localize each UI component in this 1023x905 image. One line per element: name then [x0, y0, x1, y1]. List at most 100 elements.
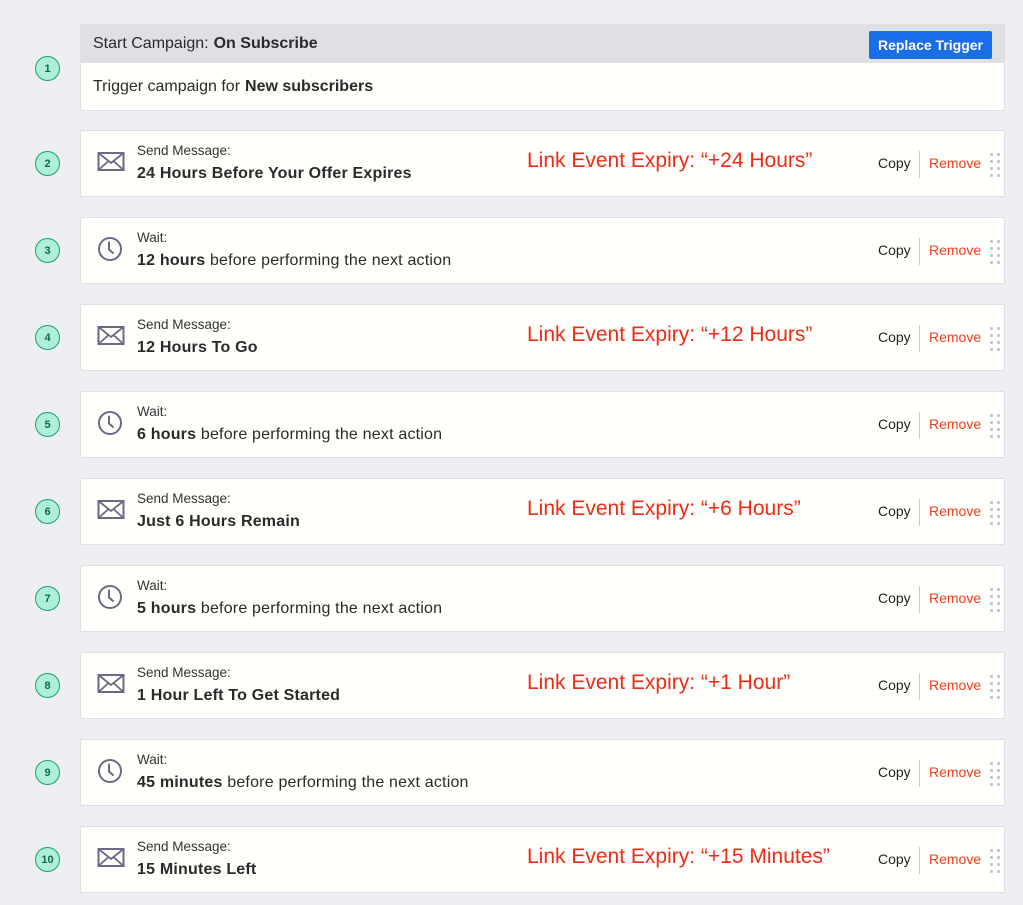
step-number-badge: 2: [35, 151, 60, 176]
copy-button[interactable]: Copy: [878, 764, 911, 780]
drag-handle-icon[interactable]: [990, 849, 1002, 873]
step-description: 6 hours before performing the next actio…: [137, 426, 442, 444]
step-type-label: Send Message:: [137, 839, 231, 854]
step-number-badge: 7: [35, 586, 60, 611]
step-description: 24 Hours Before Your Offer Expires: [137, 165, 412, 183]
trigger-card: Start Campaign: On Subscribe Replace Tri…: [80, 24, 1005, 111]
step-description-bold: 15 Minutes Left: [137, 861, 257, 878]
clock-icon: [97, 585, 125, 611]
step-description: 45 minutes before performing the next ac…: [137, 774, 469, 792]
step-number-badge: 9: [35, 760, 60, 785]
drag-handle-icon[interactable]: [990, 588, 1002, 612]
step-type-label: Send Message:: [137, 317, 231, 332]
step-description-bold: 45 minutes: [137, 774, 223, 791]
step-description: 1 Hour Left To Get Started: [137, 687, 340, 705]
step-type-label: Send Message:: [137, 491, 231, 506]
trigger-body-prefix: Trigger campaign for: [93, 77, 241, 95]
remove-button[interactable]: Remove: [929, 590, 981, 606]
copy-button[interactable]: Copy: [878, 677, 911, 693]
drag-handle-icon[interactable]: [990, 153, 1002, 177]
step-card[interactable]: Wait: 45 minutes before performing the n…: [80, 739, 1005, 806]
drag-handle-icon[interactable]: [990, 501, 1002, 525]
action-divider: [919, 673, 920, 700]
step-type-label: Send Message:: [137, 665, 231, 680]
step-description-bold: Just 6 Hours Remain: [137, 513, 300, 530]
step-type-label: Wait:: [137, 578, 168, 593]
step-description-bold: 24 Hours Before Your Offer Expires: [137, 165, 412, 182]
copy-button[interactable]: Copy: [878, 851, 911, 867]
remove-button[interactable]: Remove: [929, 155, 981, 171]
envelope-icon: [97, 325, 125, 351]
step-type-label: Send Message:: [137, 143, 231, 158]
step-number-badge: 5: [35, 412, 60, 437]
link-event-expiry-annotation: Link Event Expiry: “+24 Hours”: [527, 149, 813, 172]
step-number-badge: 4: [35, 325, 60, 350]
action-divider: [919, 151, 920, 178]
step-description: 12 hours before performing the next acti…: [137, 252, 451, 270]
step-type-label: Wait:: [137, 752, 168, 767]
action-divider: [919, 499, 920, 526]
envelope-icon: [97, 847, 125, 873]
link-event-expiry-annotation: Link Event Expiry: “+1 Hour”: [527, 671, 791, 694]
remove-button[interactable]: Remove: [929, 329, 981, 345]
step-number-badge: 10: [35, 847, 60, 872]
step-card[interactable]: Send Message: 12 Hours To Go Link Event …: [80, 304, 1005, 371]
step-description-bold: 12 Hours To Go: [137, 339, 258, 356]
remove-button[interactable]: Remove: [929, 242, 981, 258]
step-description-rest: before performing the next action: [196, 600, 443, 617]
step-description-bold: 5 hours: [137, 600, 197, 617]
step-card[interactable]: Send Message: 24 Hours Before Your Offer…: [80, 130, 1005, 197]
copy-button[interactable]: Copy: [878, 503, 911, 519]
step-description-rest: before performing the next action: [196, 426, 443, 443]
step-description-rest: before performing the next action: [205, 252, 452, 269]
drag-handle-icon[interactable]: [990, 675, 1002, 699]
step-description: 5 hours before performing the next actio…: [137, 600, 442, 618]
link-event-expiry-annotation: Link Event Expiry: “+15 Minutes”: [527, 845, 830, 868]
drag-handle-icon[interactable]: [990, 414, 1002, 438]
step-description: 12 Hours To Go: [137, 339, 258, 357]
step-card[interactable]: Wait: 5 hours before performing the next…: [80, 565, 1005, 632]
envelope-icon: [97, 151, 125, 177]
envelope-icon: [97, 673, 125, 699]
copy-button[interactable]: Copy: [878, 242, 911, 258]
remove-button[interactable]: Remove: [929, 503, 981, 519]
trigger-body: Trigger campaign for New subscribers: [81, 63, 1004, 110]
step-description-bold: 6 hours: [137, 426, 197, 443]
copy-button[interactable]: Copy: [878, 155, 911, 171]
step-card[interactable]: Send Message: 15 Minutes Left Link Event…: [80, 826, 1005, 893]
step-number-badge: 8: [35, 673, 60, 698]
step-card[interactable]: Wait: 6 hours before performing the next…: [80, 391, 1005, 458]
copy-button[interactable]: Copy: [878, 329, 911, 345]
remove-button[interactable]: Remove: [929, 764, 981, 780]
drag-handle-icon[interactable]: [990, 762, 1002, 786]
step-card[interactable]: Send Message: 1 Hour Left To Get Started…: [80, 652, 1005, 719]
drag-handle-icon[interactable]: [990, 327, 1002, 351]
trigger-header: Start Campaign: On Subscribe Replace Tri…: [81, 25, 1004, 63]
envelope-icon: [97, 499, 125, 525]
step-description-bold: 12 hours: [137, 252, 206, 269]
remove-button[interactable]: Remove: [929, 677, 981, 693]
link-event-expiry-annotation: Link Event Expiry: “+12 Hours”: [527, 323, 813, 346]
remove-button[interactable]: Remove: [929, 851, 981, 867]
trigger-body-value: New subscribers: [245, 77, 374, 95]
step-description: Just 6 Hours Remain: [137, 513, 300, 531]
step-card[interactable]: Send Message: Just 6 Hours Remain Link E…: [80, 478, 1005, 545]
action-divider: [919, 847, 920, 874]
copy-button[interactable]: Copy: [878, 590, 911, 606]
step-description: 15 Minutes Left: [137, 861, 256, 879]
drag-handle-icon[interactable]: [990, 240, 1002, 264]
action-divider: [919, 238, 920, 265]
remove-button[interactable]: Remove: [929, 416, 981, 432]
step-number-badge: 6: [35, 499, 60, 524]
step-number-badge: 3: [35, 238, 60, 263]
step-card[interactable]: Wait: 12 hours before performing the nex…: [80, 217, 1005, 284]
step-type-label: Wait:: [137, 230, 168, 245]
action-divider: [919, 586, 920, 613]
action-divider: [919, 412, 920, 439]
step-description-rest: before performing the next action: [222, 774, 469, 791]
step-description-bold: 1 Hour Left To Get Started: [137, 687, 341, 704]
replace-trigger-button[interactable]: Replace Trigger: [868, 31, 992, 59]
step-number-badge: 1: [35, 56, 60, 81]
link-event-expiry-annotation: Link Event Expiry: “+6 Hours”: [527, 497, 801, 520]
copy-button[interactable]: Copy: [878, 416, 911, 432]
